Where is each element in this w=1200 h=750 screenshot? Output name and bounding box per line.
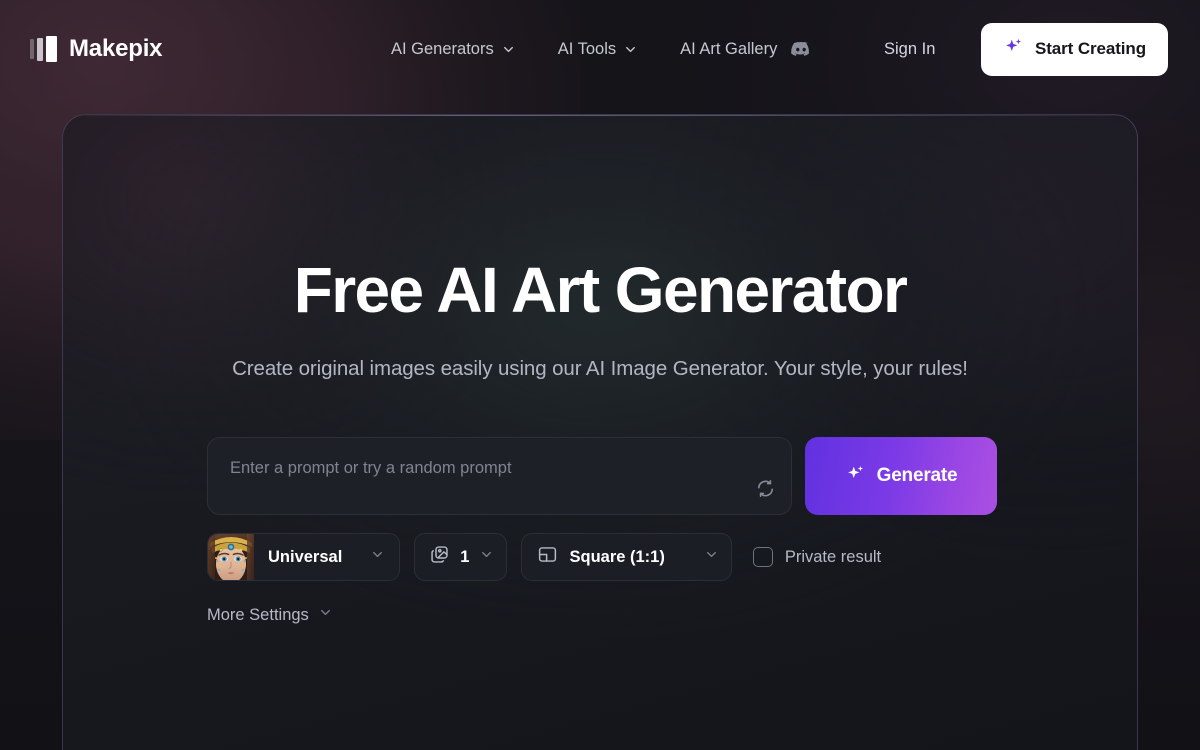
nav-item-label: AI Tools bbox=[557, 39, 617, 58]
nav-item-ai-tools[interactable]: AI Tools bbox=[537, 32, 659, 67]
aspect-ratio-icon bbox=[537, 544, 558, 570]
style-selector-label: Universal bbox=[268, 547, 343, 566]
brand-logo[interactable]: Makepix bbox=[30, 35, 163, 63]
page-subtitle: Create original images easily using our … bbox=[232, 356, 968, 380]
generator-controls-row: Universal 1 Square (1:1) Private result bbox=[207, 533, 997, 581]
image-count-selector[interactable]: 1 bbox=[414, 533, 508, 581]
refresh-icon bbox=[756, 479, 775, 501]
images-stack-icon bbox=[429, 544, 450, 570]
private-result-checkbox[interactable] bbox=[752, 547, 773, 567]
prompt-row: Generate bbox=[207, 437, 997, 515]
chevron-down-icon bbox=[479, 547, 494, 567]
image-count-label: 1 bbox=[460, 547, 470, 566]
generator-panel: Generate bbox=[207, 437, 997, 625]
random-prompt-button[interactable] bbox=[750, 475, 780, 505]
generator-card: Free AI Art Generator Create original im… bbox=[62, 114, 1138, 750]
generate-button-label: Generate bbox=[876, 465, 958, 486]
chevron-down-icon bbox=[318, 605, 333, 625]
page-title: Free AI Art Generator bbox=[293, 254, 908, 326]
discord-icon bbox=[790, 38, 812, 60]
aspect-ratio-selector[interactable]: Square (1:1) bbox=[521, 533, 732, 581]
private-result-label: Private result bbox=[784, 547, 882, 566]
nav-item-label: AI Art Gallery bbox=[680, 39, 778, 58]
chevron-down-icon bbox=[623, 42, 638, 57]
site-header: Makepix AI Generators AI Tools AI Art Ga… bbox=[0, 0, 1200, 98]
brand-name: Makepix bbox=[69, 35, 163, 62]
prompt-input[interactable] bbox=[208, 438, 791, 514]
more-settings-toggle[interactable]: More Settings bbox=[207, 605, 333, 625]
style-thumbnail bbox=[208, 534, 254, 580]
card-top-highlight bbox=[63, 115, 1137, 116]
chevron-down-icon bbox=[501, 42, 516, 57]
aspect-ratio-label: Square (1:1) bbox=[569, 547, 665, 566]
chevron-down-icon bbox=[704, 547, 719, 567]
nav-item-label: AI Generators bbox=[391, 39, 494, 58]
sparkle-icon bbox=[1003, 36, 1024, 62]
primary-nav: AI Generators AI Tools AI Art Gallery bbox=[370, 30, 833, 68]
generate-button[interactable]: Generate bbox=[805, 437, 997, 515]
nav-item-ai-generators[interactable]: AI Generators bbox=[370, 32, 537, 67]
sign-in-link[interactable]: Sign In bbox=[870, 32, 949, 67]
start-creating-label: Start Creating bbox=[1034, 39, 1146, 58]
sparkle-icon bbox=[845, 463, 866, 490]
makepix-bars-logo-icon bbox=[30, 36, 57, 62]
chevron-down-icon bbox=[370, 547, 385, 567]
prompt-box bbox=[207, 437, 792, 515]
style-selector[interactable]: Universal bbox=[207, 533, 401, 581]
start-creating-button[interactable]: Start Creating bbox=[980, 22, 1168, 76]
more-settings-label: More Settings bbox=[207, 605, 309, 624]
hero-section: Free AI Art Generator Create original im… bbox=[63, 254, 1137, 387]
nav-item-ai-art-gallery[interactable]: AI Art Gallery bbox=[659, 30, 833, 68]
private-result-toggle[interactable]: Private result bbox=[752, 547, 882, 567]
